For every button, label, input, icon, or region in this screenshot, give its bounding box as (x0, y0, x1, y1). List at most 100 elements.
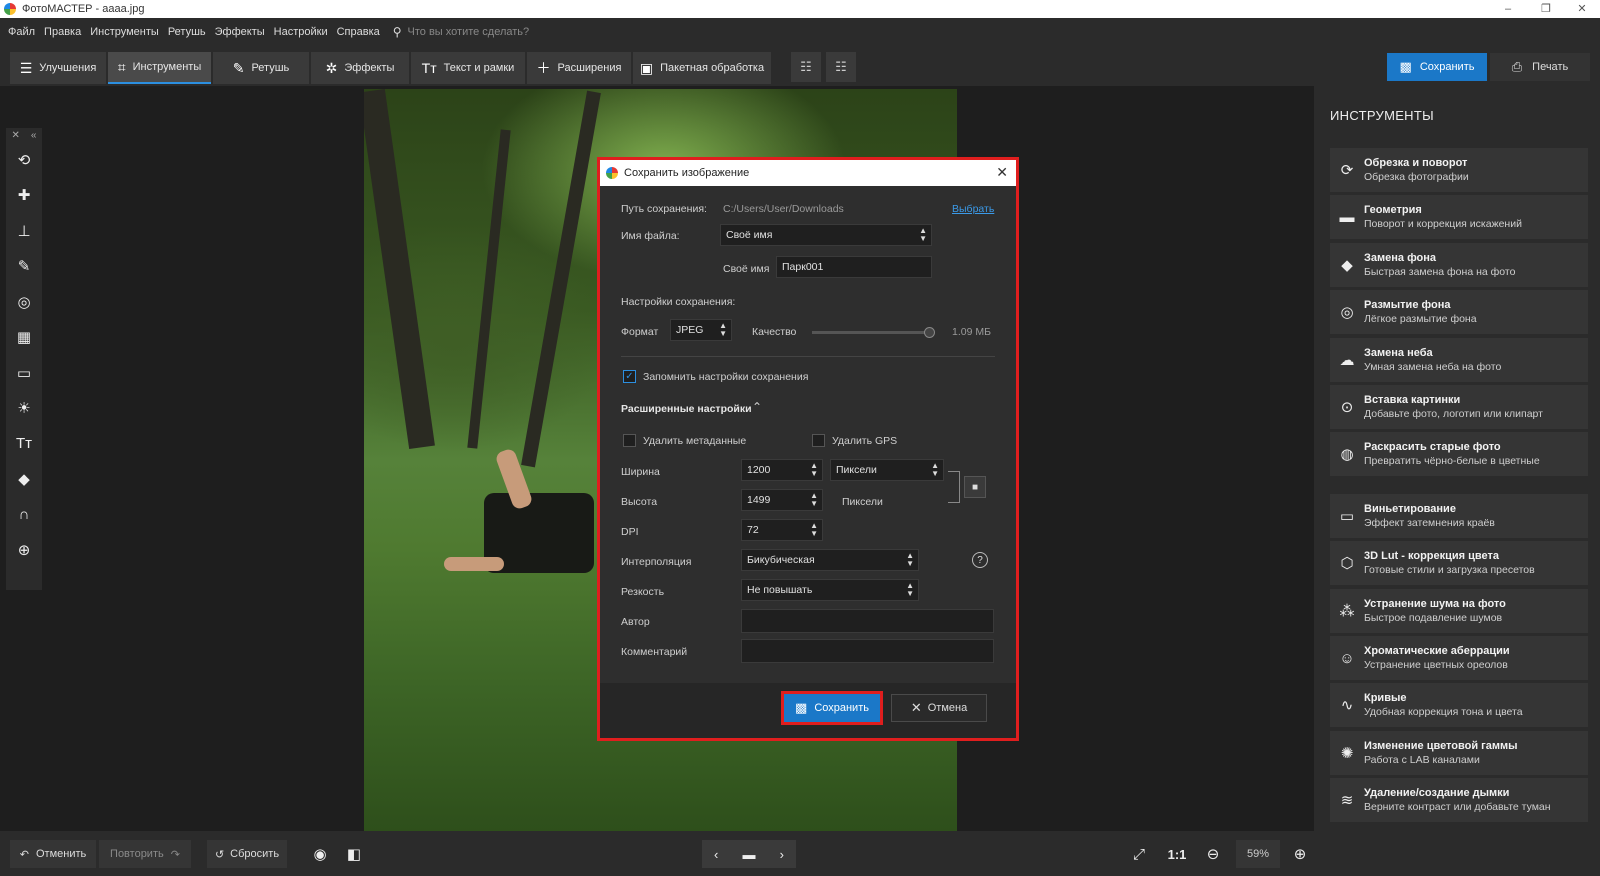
menu-file[interactable]: Файл (8, 26, 35, 38)
tab-enhancements[interactable]: ☰ Улучшения (10, 52, 106, 84)
tab-effects[interactable]: ✲ Эффекты (311, 52, 409, 84)
tab-batch[interactable]: ▣ Пакетная обработка (633, 52, 771, 84)
dpi-input[interactable]: 72 ▲ ▼ (741, 519, 823, 541)
history-compare-icon[interactable]: ☷ (826, 52, 856, 82)
close-icon[interactable]: ✕ (996, 164, 1008, 181)
remove-metadata-label: Удалить метаданные (643, 435, 747, 447)
undo-button[interactable]: ↶ Отменить (10, 840, 96, 868)
prev-image-icon[interactable]: ‹ (714, 847, 718, 862)
close-window-button[interactable]: ✕ (1564, 0, 1600, 18)
tool-item[interactable]: ▭ Виньетирование Эффект затемнения краёв (1330, 493, 1588, 538)
tool-item[interactable]: ≋ Удаление/создание дымки Верните контраст… (1330, 778, 1588, 823)
reset-button[interactable]: ↺ Сбросить (207, 840, 287, 868)
tool-item[interactable]: ⟳ Обрезка и поворот Обрезка фотографии (1330, 148, 1588, 192)
tool-item[interactable]: ✺ Изменение цветовой гаммы Работа с LAB ка… (1330, 730, 1588, 775)
quality-slider[interactable] (812, 327, 935, 338)
tool-item[interactable]: ☺ Хроматические аберрации Устранение цветн… (1330, 636, 1588, 680)
fill-icon[interactable]: ◆ (6, 462, 42, 498)
zoom-value[interactable]: 59% (1236, 840, 1280, 868)
tab-extensions[interactable]: ＋ Расширения (527, 52, 631, 84)
text-icon[interactable]: Tт (6, 426, 42, 462)
tool-item[interactable]: ∿ Кривые Удобная коррекция тона и цвета (1330, 683, 1588, 728)
compare-icon[interactable]: ◧ (340, 840, 368, 868)
healing-icon[interactable]: ✚ (6, 178, 42, 214)
remember-settings-checkbox[interactable]: ✓ (623, 370, 636, 383)
tool-item[interactable]: ◍ Раскрасить старые фото Превратить чёрно-… (1330, 432, 1588, 477)
radial-icon[interactable]: ◎ (6, 284, 42, 320)
menu-settings[interactable]: Настройки (274, 26, 328, 38)
light-icon[interactable]: ☀ (6, 391, 42, 427)
author-input[interactable] (741, 609, 994, 633)
dialog-cancel-button[interactable]: ✕ Отмена (891, 694, 987, 722)
vignette-icon[interactable]: ▭ (6, 355, 42, 391)
aspect-link-bracket (948, 471, 960, 503)
print-button[interactable]: ⎙ Печать (1490, 53, 1590, 81)
search-box[interactable]: ⚲ Что вы хотите сделать? (393, 25, 529, 39)
zoom-in-icon[interactable]: ⊕ (1286, 840, 1314, 868)
ratio-button[interactable]: 1:1 (1163, 840, 1191, 868)
brush-icon: ✎ (232, 59, 245, 76)
format-select[interactable]: JPEG ▲ ▼ (670, 319, 732, 341)
width-input[interactable]: 1200 ▲ ▼ (741, 459, 823, 481)
tab-text-frames[interactable]: Tт Текст и рамки (411, 52, 525, 84)
lock-icon[interactable]: ■ (964, 476, 986, 498)
sharpness-select[interactable]: Не повышать ▲ ▼ (741, 579, 919, 601)
tab-retouch[interactable]: ✎ Ретушь (213, 52, 309, 84)
globe-icon[interactable]: ⊕ (6, 533, 42, 569)
tool-item[interactable]: ▬ Геометрия Поворот и коррекция искажений (1330, 195, 1588, 240)
height-input[interactable]: 1499 ▲ ▼ (741, 489, 823, 511)
width-unit-select[interactable]: Пиксели ▲ ▼ (830, 459, 944, 481)
menu-tools[interactable]: Инструменты (90, 26, 159, 38)
tool-item[interactable]: ◎ Размытие фона Лёгкое размытие фона (1330, 290, 1588, 335)
dialog-save-button[interactable]: ▩ Сохранить (781, 691, 883, 725)
custom-name-input[interactable]: Парк001 (776, 256, 932, 278)
eye-icon[interactable]: ◉ (306, 840, 334, 868)
close-strip-icon[interactable]: ✕ (12, 130, 20, 141)
history-add-icon[interactable]: ☷ (791, 52, 821, 82)
minimize-button[interactable]: – (1490, 0, 1526, 18)
advanced-settings-toggle[interactable]: Расширенные настройки (621, 403, 752, 415)
comment-input[interactable] (741, 639, 994, 663)
brush-icon[interactable]: ✎ (6, 249, 42, 285)
zoom-out-icon[interactable]: ⊖ (1199, 840, 1227, 868)
remove-gps-checkbox[interactable] (812, 434, 825, 447)
remove-metadata-checkbox[interactable] (623, 434, 636, 447)
menu-help[interactable]: Справка (337, 26, 380, 38)
stepper-icon[interactable]: ▲ ▼ (810, 522, 818, 538)
redo-button[interactable]: Повторить ↷ (99, 840, 191, 868)
tool-item-subtitle: Умная замена неба на фото (1364, 360, 1502, 373)
filename-mode-select[interactable]: Своё имя ▲ ▼ (720, 224, 932, 246)
stamp-icon[interactable]: ⊥ (6, 213, 42, 249)
next-image-icon[interactable]: › (780, 847, 784, 862)
rotate-icon[interactable]: ⟲ (6, 142, 42, 178)
collapse-strip-icon[interactable]: « (31, 130, 37, 141)
tool-item-subtitle: Быстрая замена фона на фото (1364, 265, 1516, 278)
restore-button[interactable]: ❐ (1528, 0, 1564, 18)
tool-item-title: Хроматические аберрации (1364, 645, 1510, 657)
menu-effects[interactable]: Эффекты (215, 26, 265, 38)
quality-slider-thumb[interactable] (924, 327, 935, 338)
save-button[interactable]: ▩ Сохранить (1387, 53, 1487, 81)
tool-item[interactable]: ☁ Замена неба Умная замена неба на фото (1330, 337, 1588, 382)
folder-icon[interactable]: ▬ (742, 847, 755, 862)
choose-folder-link[interactable]: Выбрать (952, 203, 994, 215)
tool-item[interactable]: ⊙ Вставка картинки Добавьте фото, логотип … (1330, 385, 1588, 429)
tools-panel: ИНСТРУМЕНТЫ ⟳ Обрезка и поворот Обрезка фо… (1314, 86, 1600, 876)
tool-item-title: Изменение цветовой гаммы (1364, 739, 1518, 752)
curve-icon[interactable]: ∩ (6, 497, 42, 533)
dialog-title: Сохранить изображение (624, 167, 750, 179)
menu-retouch[interactable]: Ретушь (168, 26, 206, 38)
menu-edit[interactable]: Правка (44, 26, 81, 38)
stepper-icon[interactable]: ▲ ▼ (810, 462, 818, 478)
select-arrows-icon: ▲ ▼ (919, 226, 927, 243)
tab-tools[interactable]: ⌗ Инструменты (108, 52, 211, 84)
stepper-icon[interactable]: ▲ ▼ (810, 492, 818, 508)
help-icon[interactable]: ? (972, 552, 988, 568)
fit-screen-icon[interactable]: ⤢ (1125, 840, 1153, 868)
tool-item[interactable]: ⁂ Устранение шума на фото Быстрое подавлен… (1330, 588, 1588, 633)
chevron-up-icon[interactable]: ⌃ (752, 400, 762, 414)
interpolation-select[interactable]: Бикубическая ▲ ▼ (741, 549, 919, 571)
gradient-icon[interactable]: ▦ (6, 320, 42, 356)
tool-item[interactable]: ⬡ 3D Lut - коррекция цвета Готовые стили и… (1330, 541, 1588, 586)
tool-item[interactable]: ◆ Замена фона Быстрая замена фона на фото (1330, 242, 1588, 287)
